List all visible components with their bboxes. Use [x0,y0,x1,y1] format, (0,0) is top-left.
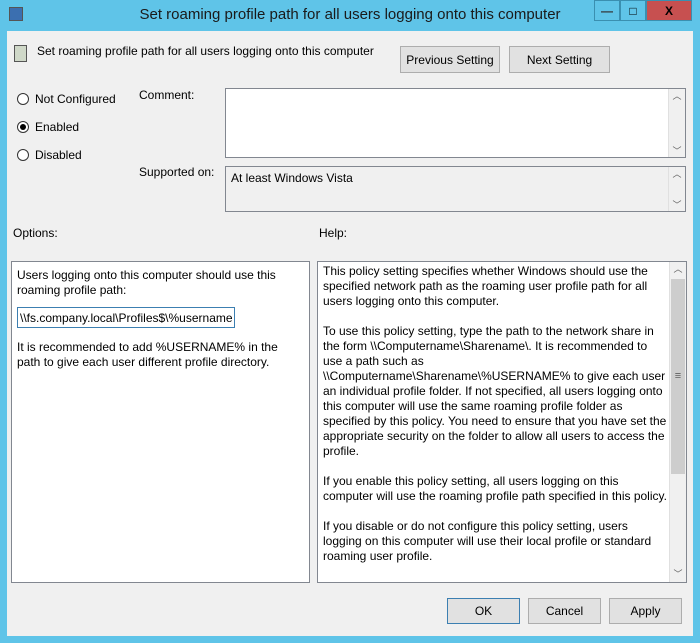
profile-path-input[interactable] [17,307,235,328]
setting-name: Set roaming profile path for all users l… [37,44,374,58]
help-paragraph: If you disable or do not configure this … [323,519,652,563]
help-paragraph: If you enable this policy setting, all u… [323,474,667,503]
apply-button[interactable]: Apply [609,598,682,624]
options-panel: Users logging onto this computer should … [11,261,310,583]
radio-label: Enabled [35,120,80,134]
help-panel: This policy setting specifies whether Wi… [317,261,687,583]
scrollbar[interactable]: ︿ ﹀ [668,89,685,157]
help-label: Help: [319,226,348,240]
close-button[interactable]: X [646,0,692,21]
maximize-button[interactable]: □ [620,0,646,21]
radio-circle [17,121,29,133]
cancel-button[interactable]: Cancel [528,598,601,624]
policy-icon [14,45,27,62]
supported-label: Supported on: [139,165,215,179]
radio-circle [17,93,29,105]
radio-not-configured[interactable]: Not Configured [17,92,116,106]
dialog-body: Set roaming profile path for all users l… [7,31,693,636]
options-label: Options: [13,226,58,240]
help-paragraph: To use this policy setting, type the pat… [323,324,667,458]
radio-enabled[interactable]: Enabled [17,120,79,134]
scrollbar[interactable]: ︿ ﹀ [668,167,685,211]
comment-textarea[interactable]: ︿ ﹀ [225,88,686,158]
path-note: It is recommended to add %USERNAME% in t… [17,340,278,369]
previous-setting-button[interactable]: Previous Setting [400,46,500,73]
radio-circle [17,149,29,161]
radio-label: Disabled [35,148,82,162]
next-setting-button[interactable]: Next Setting [509,46,610,73]
supported-value: At least Windows Vista [231,171,353,185]
radio-label: Not Configured [35,92,116,106]
supported-on-field: At least Windows Vista ︿ ﹀ [225,166,686,212]
radio-disabled[interactable]: Disabled [17,148,82,162]
help-scrollbar[interactable]: ︿ ≡ ﹀ [669,262,686,582]
help-paragraph: This policy setting specifies whether Wi… [323,264,648,308]
minimize-button[interactable]: — [594,0,620,21]
title-bar[interactable]: Set roaming profile path for all users l… [0,0,700,31]
scroll-thumb[interactable]: ≡ [671,279,685,474]
comment-label: Comment: [139,88,195,102]
ok-button[interactable]: OK [447,598,520,624]
help-text: This policy setting specifies whether Wi… [323,264,667,579]
path-prompt: Users logging onto this computer should … [17,268,276,297]
